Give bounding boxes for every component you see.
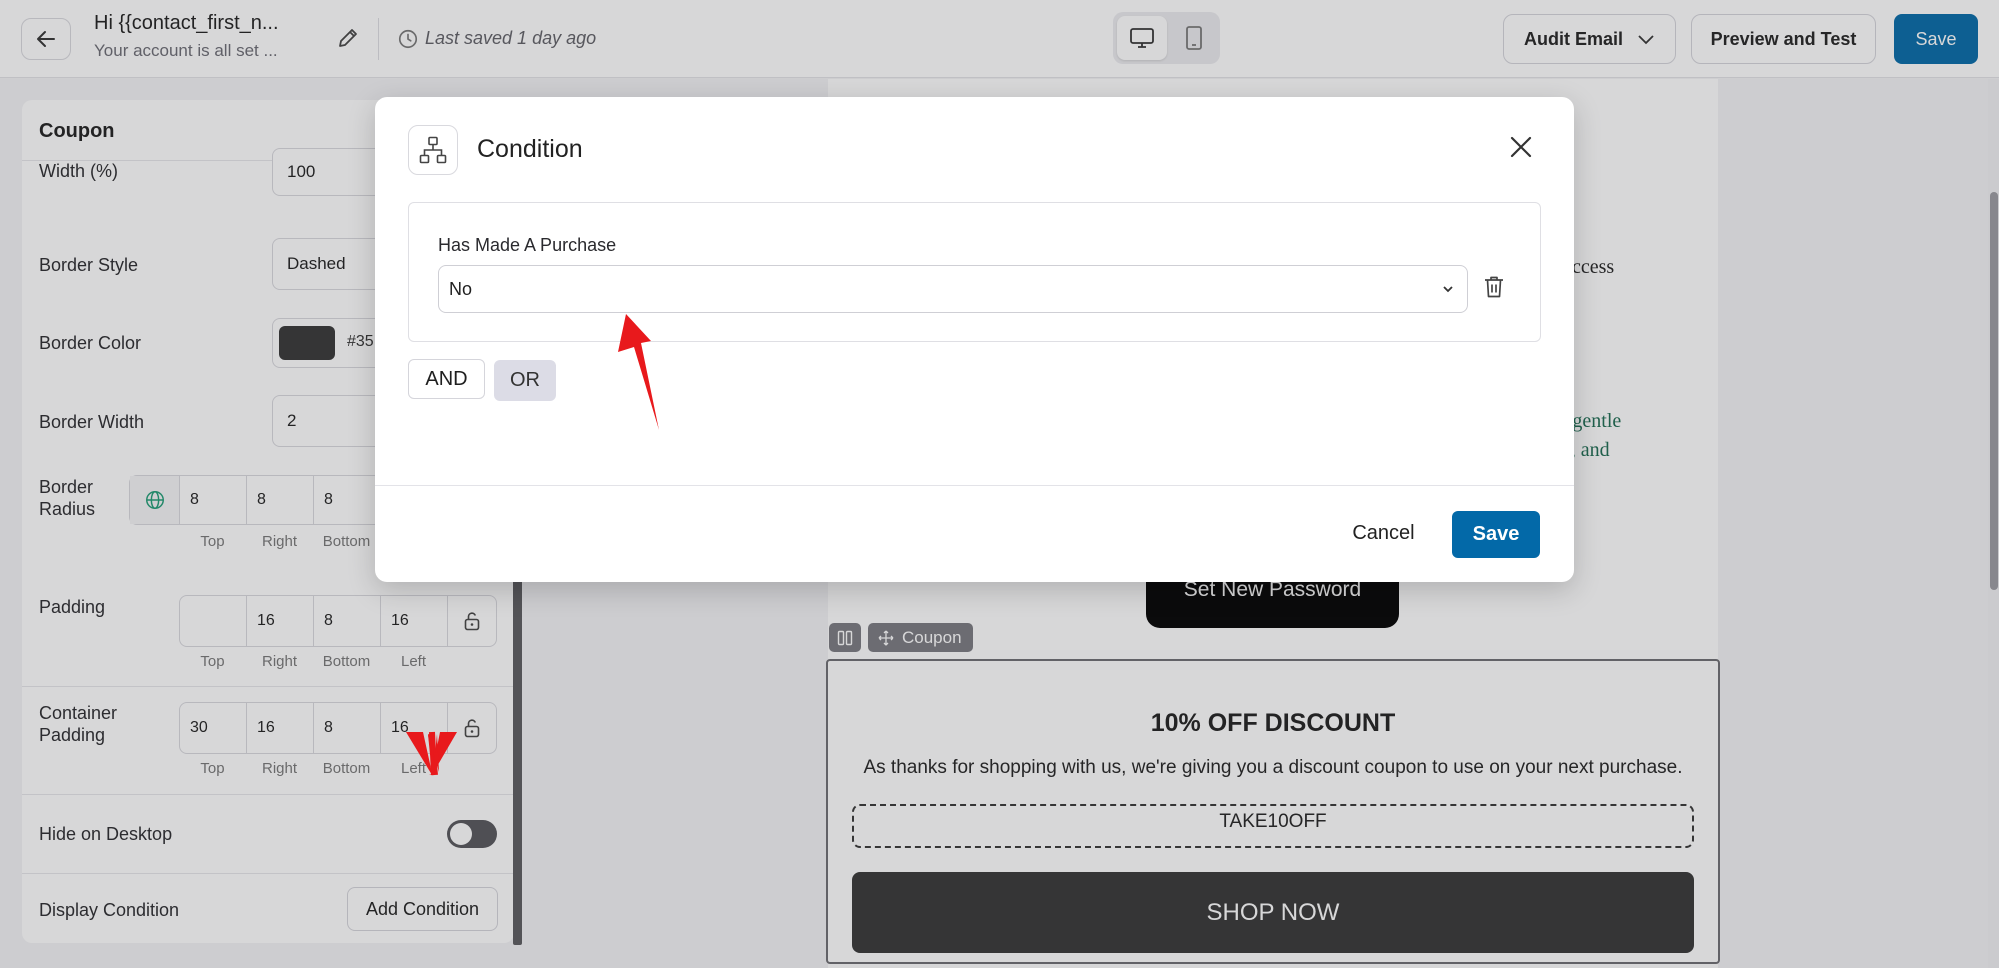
- or-button[interactable]: OR: [494, 360, 556, 401]
- cancel-button[interactable]: Cancel: [1340, 511, 1427, 555]
- modal-title: Condition: [477, 135, 583, 163]
- chevron-down-icon: [1443, 286, 1453, 293]
- close-icon[interactable]: [1509, 135, 1533, 159]
- trash-icon[interactable]: [1483, 275, 1505, 299]
- condition-group: Has Made A Purchase No: [408, 202, 1541, 342]
- condition-value-select[interactable]: No: [438, 265, 1468, 313]
- condition-value: No: [449, 278, 473, 299]
- modal-header-icon: [408, 125, 458, 175]
- condition-label: Has Made A Purchase: [438, 235, 617, 255]
- condition-modal: Condition Has Made A Purchase No AND OR …: [375, 97, 1574, 582]
- hierarchy-icon: [419, 136, 447, 164]
- modal-save-button[interactable]: Save: [1452, 511, 1540, 558]
- and-button[interactable]: AND: [408, 359, 485, 399]
- modal-divider: [375, 485, 1574, 486]
